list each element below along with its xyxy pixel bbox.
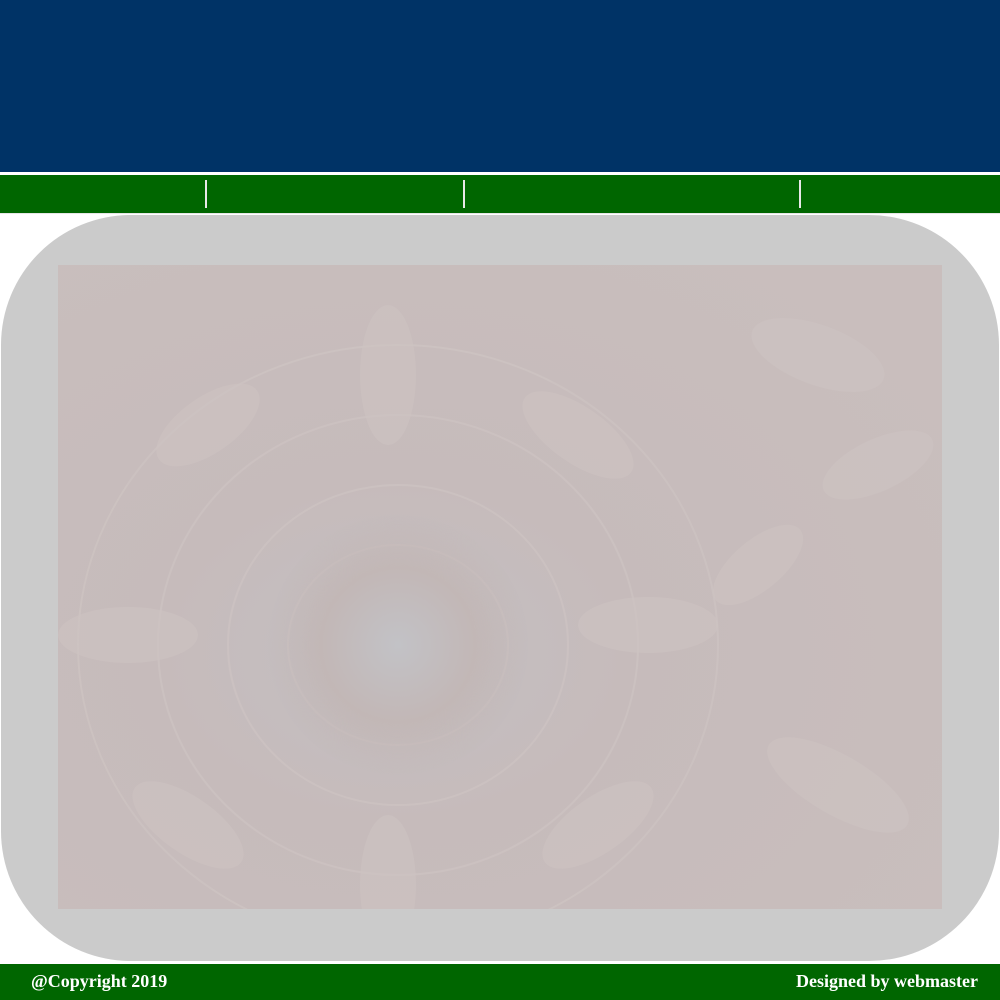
nav-item-3[interactable] xyxy=(465,175,800,213)
site-header-banner xyxy=(0,0,1000,172)
flower-photo xyxy=(58,265,942,909)
flower-image xyxy=(58,265,942,909)
designer-credit: Designed by webmaster xyxy=(796,971,978,991)
content-panel xyxy=(1,215,999,961)
main-navigation-bar xyxy=(0,174,1000,214)
nav-item-1[interactable] xyxy=(0,175,206,213)
nav-item-2[interactable] xyxy=(207,175,464,213)
site-footer: @Copyright 2019 Designed by webmaster xyxy=(0,963,1000,1000)
nav-item-4[interactable] xyxy=(801,175,1000,213)
copyright-text: @Copyright 2019 xyxy=(31,971,168,991)
